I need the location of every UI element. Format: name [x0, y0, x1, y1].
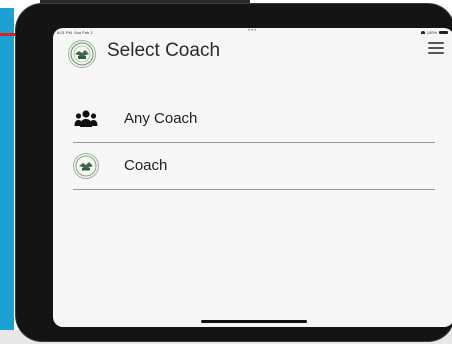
battery-percent: 100%	[426, 30, 437, 35]
menu-button[interactable]	[428, 42, 444, 54]
group-users-icon	[73, 106, 99, 132]
multitasking-dots-icon: •••	[248, 28, 258, 34]
menu-line	[428, 47, 444, 49]
club-crest-icon	[73, 153, 99, 179]
list-item-coach[interactable]: Coach	[73, 143, 435, 190]
status-time: 8:01 PM Sun Feb 2	[57, 30, 93, 35]
status-bar: 8:01 PM Sun Feb 2 ••• 100%	[53, 28, 452, 38]
background-left-strip	[0, 0, 14, 344]
list-item-any-coach[interactable]: Any Coach	[73, 96, 435, 143]
status-date-value: Sun Feb 2	[74, 30, 93, 35]
menu-line	[428, 52, 444, 54]
status-time-value: 8:01 PM	[57, 30, 72, 35]
status-battery: 100%	[420, 30, 448, 35]
battery-icon	[439, 30, 448, 35]
list-item-label: Any Coach	[124, 110, 198, 127]
coach-list: Any Coach Coach	[73, 96, 435, 190]
app-screen: 8:01 PM Sun Feb 2 ••• 100% Select Coach	[53, 28, 452, 327]
page-title: Select Coach	[107, 40, 221, 61]
club-crest-icon	[68, 40, 96, 68]
tablet-device: 8:01 PM Sun Feb 2 ••• 100% Select Coach	[16, 4, 452, 341]
list-item-label: Coach	[124, 157, 168, 174]
menu-line	[428, 42, 444, 44]
home-indicator[interactable]	[201, 320, 307, 323]
wifi-icon	[420, 31, 425, 34]
